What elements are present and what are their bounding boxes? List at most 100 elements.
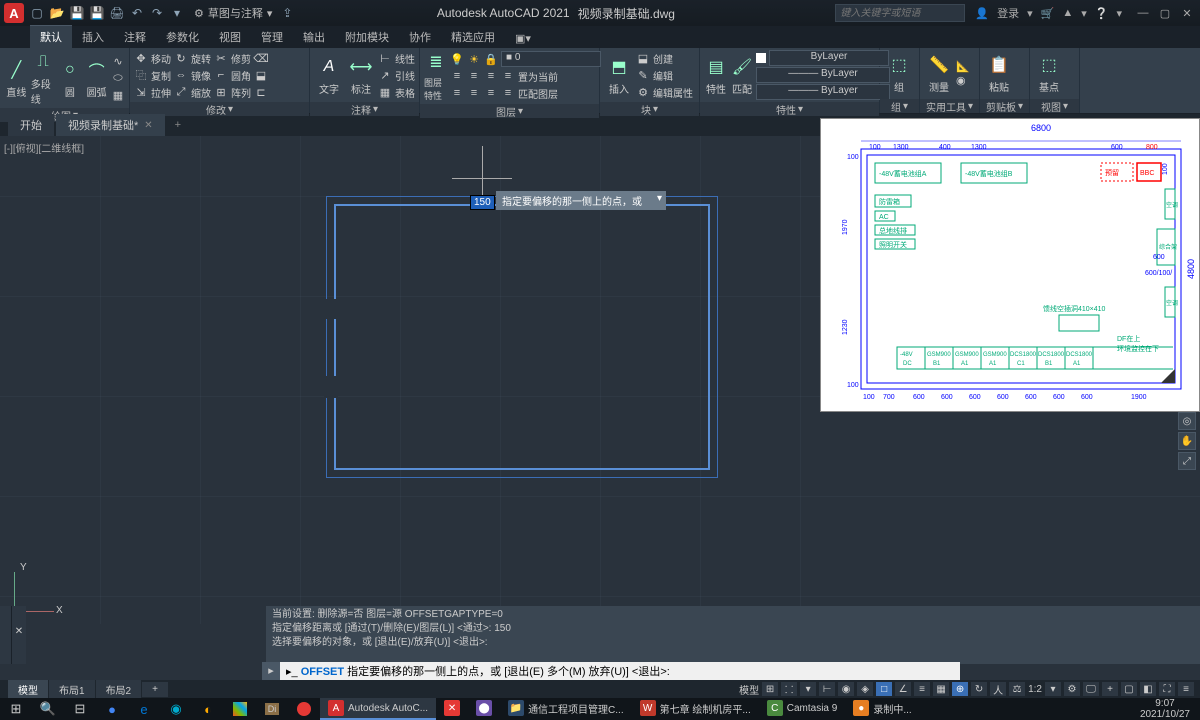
lock-icon[interactable]: 🔒	[484, 52, 498, 66]
ortho-icon[interactable]: ⊢	[819, 682, 835, 696]
taskview-icon[interactable]: ⊟	[64, 698, 96, 720]
transp-icon[interactable]: ▦	[933, 682, 949, 696]
close-icon[interactable]: ✕	[144, 120, 152, 131]
tab-parametric[interactable]: 参数化	[156, 26, 209, 48]
redo-icon[interactable]: ↷	[148, 4, 166, 22]
app-logo[interactable]: A	[4, 3, 24, 23]
hatch-button[interactable]: ▦	[111, 87, 125, 103]
user-icon[interactable]: 👤	[975, 7, 989, 20]
cmd-handle[interactable]	[0, 606, 12, 664]
ellipse-button[interactable]: ⬭	[111, 70, 125, 86]
open-icon[interactable]: 📂	[48, 4, 66, 22]
layer-props-button[interactable]: ≣图层特性	[424, 50, 448, 102]
scale-button[interactable]: 缩放	[191, 85, 211, 100]
taskbar-app[interactable]: ⬤	[468, 698, 500, 720]
app-icon[interactable]	[288, 698, 320, 720]
app-icon[interactable]: ◉	[160, 698, 192, 720]
workspace-dropdown[interactable]: ⚙ 草图与注释 ▾	[194, 5, 272, 21]
layout-add[interactable]: +	[142, 682, 168, 697]
panel-label[interactable]: 组 ▾	[880, 99, 919, 113]
reference-image[interactable]: 6800 4800 10013004001300600800 100197012…	[820, 118, 1200, 412]
clean-icon[interactable]: ▢	[1121, 682, 1137, 696]
panel-label[interactable]: 注释 ▾	[310, 102, 419, 116]
chevron-down-icon[interactable]: ▾	[1027, 7, 1033, 20]
calc-icon[interactable]: 📐	[956, 60, 970, 73]
color-dropdown[interactable]: ByLayer	[769, 50, 889, 66]
mirror-icon[interactable]: ⇔	[174, 68, 188, 82]
props-button[interactable]: ▤特性	[704, 55, 728, 96]
login-label[interactable]: 登录	[997, 5, 1019, 21]
arc-button[interactable]: ⌒圆弧	[84, 58, 109, 99]
gear-icon[interactable]: ⚙	[1064, 682, 1080, 696]
undo-icon[interactable]: ↶	[128, 4, 146, 22]
anno-icon[interactable]: 人	[990, 682, 1006, 696]
text-button[interactable]: A文字	[314, 55, 344, 96]
iso-icon[interactable]: ◈	[857, 682, 873, 696]
panel-label[interactable]: 特性 ▾	[700, 102, 879, 116]
spline-button[interactable]: ∿	[111, 53, 125, 69]
create-button[interactable]: ⬓创建	[636, 50, 693, 66]
share-icon[interactable]: ⇪	[278, 4, 296, 22]
save-icon[interactable]: 💾	[68, 4, 86, 22]
taskbar-camtasia[interactable]: CCamtasia 9	[759, 698, 846, 720]
scale-icon[interactable]: ⚖	[1009, 682, 1025, 696]
panel-label[interactable]: 块 ▾	[600, 102, 699, 116]
restore-icon[interactable]: ▢	[1156, 7, 1174, 20]
command-line[interactable]: ▸ ▸_ OFFSET 指定要偏移的那一侧上的点，或 [退出(E) 多个(M) …	[262, 662, 960, 680]
move-icon[interactable]: ✥	[134, 51, 148, 65]
trim-icon[interactable]: ✂	[214, 51, 228, 65]
qat-more-icon[interactable]: ▾	[168, 4, 186, 22]
app-icon[interactable]: ◐	[192, 698, 224, 720]
layer-row2[interactable]: ≡≡≡≡置为当前	[450, 68, 601, 84]
chevron-down-icon[interactable]: ▾	[1081, 7, 1087, 20]
lineweight-dropdown[interactable]: ——— ByLayer	[756, 67, 890, 83]
explode-icon[interactable]: ⬓	[254, 68, 268, 82]
taskbar-app[interactable]: W第七章 绘制机房平...	[632, 698, 759, 720]
search-icon[interactable]: 🔍	[32, 698, 64, 720]
customize-icon[interactable]: ≡	[1178, 682, 1194, 696]
tab-output[interactable]: 输出	[293, 26, 335, 48]
tab-view[interactable]: 视图	[209, 26, 251, 48]
polar-icon[interactable]: ◉	[838, 682, 854, 696]
command-history[interactable]: 当前设置: 删除源=否 图层=源 OFFSETGAPTYPE=0 指定偏移距离或…	[266, 606, 1200, 664]
erase-icon[interactable]: ⌫	[254, 51, 268, 65]
tab-addins[interactable]: 附加模块	[335, 26, 399, 48]
taskbar-app[interactable]: 📁通信工程项目管理C...	[500, 698, 632, 720]
layer-row3[interactable]: ≡≡≡≡匹配图层	[450, 85, 601, 101]
circle-button[interactable]: ○圆	[58, 58, 83, 99]
brush-icon[interactable]: +	[1102, 682, 1118, 696]
taskbar-app[interactable]: ✕	[436, 698, 468, 720]
linetype-dropdown[interactable]: ——— ByLayer	[756, 84, 890, 100]
nav-pan-icon[interactable]: ✋	[1178, 432, 1196, 450]
match-button[interactable]: 🖌匹配	[730, 55, 754, 96]
move-button[interactable]: 移动	[151, 51, 171, 66]
attedit-button[interactable]: ⚙编辑属性	[636, 84, 693, 100]
close-icon[interactable]: ✕	[1178, 7, 1196, 20]
measure-button[interactable]: 📏测量	[924, 53, 954, 94]
trim-button[interactable]: 修剪	[231, 51, 251, 66]
insert-button[interactable]: ⬒插入	[604, 55, 634, 96]
minimize-icon[interactable]: —	[1134, 7, 1152, 20]
cmd-close-icon[interactable]: ✕	[12, 606, 26, 664]
rotate-icon[interactable]: ↻	[174, 51, 188, 65]
dynamic-input[interactable]: 150	[470, 195, 495, 210]
freeze-icon[interactable]: ☀	[467, 52, 481, 66]
cmd-arrow-icon[interactable]: ▸	[262, 662, 280, 680]
dimension-button[interactable]: ⟷标注	[346, 55, 376, 96]
rotate-button[interactable]: 旋转	[191, 51, 211, 66]
tab-collab[interactable]: 协作	[399, 26, 441, 48]
chrome-icon[interactable]: ●	[96, 698, 128, 720]
polyline-button[interactable]: ⎍多段线	[31, 50, 56, 106]
copy-button[interactable]: 复制	[151, 68, 171, 83]
otrack-icon[interactable]: ∠	[895, 682, 911, 696]
viewport-controls[interactable]: [-][俯视][二维线框]	[4, 140, 84, 155]
grid-icon[interactable]: ⊞	[762, 682, 778, 696]
tab-featured[interactable]: 精选应用	[441, 26, 505, 48]
fillet-button[interactable]: 圆角	[231, 68, 251, 83]
nav-wheel-icon[interactable]: ◎	[1178, 412, 1196, 430]
table-button[interactable]: ▦表格	[378, 84, 415, 100]
monitor-icon[interactable]: 🖵	[1083, 682, 1099, 696]
app-icon[interactable]	[224, 698, 256, 720]
tab-manage[interactable]: 管理	[251, 26, 293, 48]
saveas-icon[interactable]: 💾	[88, 4, 106, 22]
